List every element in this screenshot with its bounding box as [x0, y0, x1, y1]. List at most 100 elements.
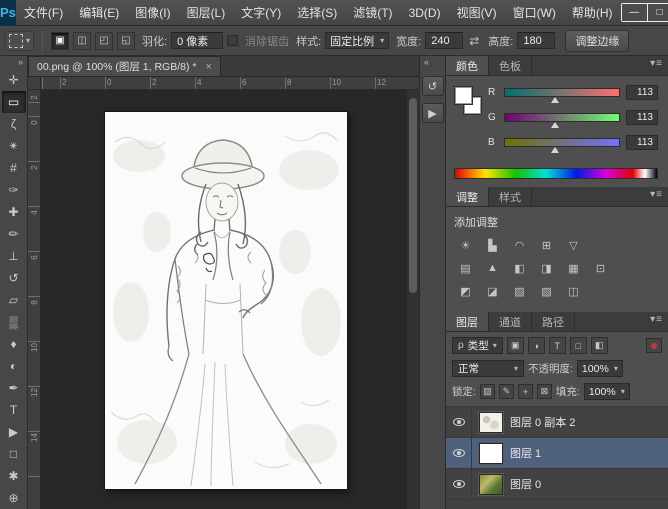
panel-menu-icon[interactable]	[650, 314, 663, 325]
tab-swatches[interactable]: 色板	[489, 56, 532, 75]
menu-select[interactable]: 选择(S)	[289, 0, 345, 26]
vertical-scrollbar[interactable]	[406, 90, 419, 509]
color-lookup-icon[interactable]: ⊡	[589, 259, 612, 277]
selective-color-icon[interactable]: ◫	[562, 282, 585, 300]
lock-position-icon[interactable]: +	[518, 384, 533, 399]
menu-image[interactable]: 图像(I)	[127, 0, 178, 26]
canvas-image[interactable]	[105, 112, 347, 489]
horizontal-ruler[interactable]: 2 0 2 4 6 8 10 12	[41, 77, 419, 90]
menu-file[interactable]: 文件(F)	[16, 0, 71, 26]
menu-3d[interactable]: 3D(D)	[401, 0, 449, 26]
tab-channels[interactable]: 通道	[489, 312, 532, 331]
tab-adjustments[interactable]: 调整	[446, 187, 489, 206]
width-input[interactable]: 240	[425, 32, 463, 49]
history-panel-button[interactable]: ↺	[422, 76, 444, 96]
brightness-contrast-icon[interactable]: ☀	[454, 236, 477, 254]
layer-name[interactable]: 图层 0 副本 2	[510, 414, 575, 430]
lock-image-pixels-icon[interactable]: ✎	[499, 384, 514, 399]
tab-color[interactable]: 颜色	[446, 56, 489, 75]
visibility-toggle[interactable]	[446, 469, 472, 499]
menu-layer[interactable]: 图层(L)	[179, 0, 234, 26]
gradient-map-icon[interactable]: ▧	[535, 282, 558, 300]
layer-thumbnail[interactable]	[479, 443, 503, 464]
document-tab[interactable]: 00.png @ 100% (图层 1, RGB/8) * ×	[28, 56, 221, 76]
exposure-icon[interactable]: ⊞	[535, 236, 558, 254]
slider-marker[interactable]	[551, 147, 559, 153]
layer-filter-toggle[interactable]	[646, 338, 662, 353]
foreground-background-swatches[interactable]	[454, 85, 488, 127]
filter-pixel-layers-icon[interactable]: ▣	[507, 337, 524, 354]
menu-filter[interactable]: 滤镜(T)	[345, 0, 400, 26]
red-value-input[interactable]: 113	[626, 85, 658, 100]
blur-tool[interactable]: ♦	[2, 333, 26, 355]
layer-name[interactable]: 图层 0	[510, 476, 541, 492]
antialias-checkbox[interactable]	[227, 35, 238, 46]
tab-layers[interactable]: 图层	[446, 312, 489, 331]
menu-edit[interactable]: 编辑(E)	[71, 0, 127, 26]
visibility-toggle[interactable]	[446, 438, 472, 468]
blue-slider[interactable]	[504, 138, 620, 147]
tab-close-icon[interactable]: ×	[205, 61, 211, 73]
spot-healing-brush-tool[interactable]: ✚	[2, 201, 26, 223]
panel-menu-icon[interactable]	[650, 58, 663, 69]
lock-transparent-pixels-icon[interactable]: ▨	[480, 384, 495, 399]
panel-menu-icon[interactable]	[650, 189, 663, 200]
intersect-selection-button[interactable]: ◱	[117, 32, 135, 50]
fill-input[interactable]: 100%	[584, 383, 630, 400]
color-spectrum-ramp[interactable]	[454, 168, 658, 179]
layer-thumbnail[interactable]	[479, 412, 503, 433]
type-tool[interactable]: T	[2, 399, 26, 421]
filter-adjustment-layers-icon[interactable]: ◑	[528, 337, 545, 354]
foreground-color-swatch[interactable]	[455, 87, 472, 104]
actions-panel-button[interactable]: ▶	[422, 103, 444, 123]
eraser-tool[interactable]: ▱	[2, 289, 26, 311]
scrollbar-thumb[interactable]	[409, 98, 417, 293]
layer-filter-select[interactable]: ρ 类型	[452, 337, 503, 354]
gradient-tool[interactable]: ▒	[2, 311, 26, 333]
layer-row[interactable]: 图层 0	[446, 469, 668, 500]
menu-type[interactable]: 文字(Y)	[233, 0, 289, 26]
layer-thumbnail[interactable]	[479, 474, 503, 495]
pen-tool[interactable]: ✒	[2, 377, 26, 399]
feather-input[interactable]: 0 像素	[171, 32, 223, 49]
maximize-button[interactable]: □	[647, 4, 668, 21]
toolbar-collapse-icon[interactable]: »	[18, 56, 27, 69]
rectangular-marquee-tool[interactable]: ▭	[2, 91, 26, 113]
canvas-viewport[interactable]	[41, 90, 419, 509]
quick-selection-tool[interactable]: ✴	[2, 135, 26, 157]
ruler-origin-box[interactable]	[28, 77, 41, 90]
dodge-tool[interactable]: ◐	[2, 355, 26, 377]
zoom-tool[interactable]: ⊕	[2, 487, 26, 509]
color-balance-icon[interactable]: ▲	[481, 259, 504, 277]
refine-edge-button[interactable]: 调整边缘	[565, 30, 629, 52]
filter-shape-layers-icon[interactable]: □	[570, 337, 587, 354]
posterize-icon[interactable]: ◪	[481, 282, 504, 300]
crop-tool[interactable]: #	[2, 157, 26, 179]
layer-row[interactable]: 图层 0 副本 2	[446, 407, 668, 438]
history-brush-tool[interactable]: ↺	[2, 267, 26, 289]
layer-name[interactable]: 图层 1	[510, 445, 541, 461]
hand-tool[interactable]: ✱	[2, 465, 26, 487]
dock-expand-icon[interactable]: «	[420, 56, 429, 69]
black-white-icon[interactable]: ◧	[508, 259, 531, 277]
path-selection-tool[interactable]: ▶	[2, 421, 26, 443]
tab-styles[interactable]: 样式	[489, 187, 532, 206]
new-selection-button[interactable]: ▣	[51, 32, 69, 50]
clone-stamp-tool[interactable]: ⊥	[2, 245, 26, 267]
visibility-toggle[interactable]	[446, 407, 472, 437]
opacity-input[interactable]: 100%	[577, 360, 623, 377]
levels-icon[interactable]: ▙	[481, 236, 504, 254]
green-value-input[interactable]: 113	[626, 110, 658, 125]
vertical-ruler[interactable]: 2 0 2 4 6 8 10 12 14	[28, 90, 41, 509]
lasso-tool[interactable]: ζ	[2, 113, 26, 135]
menu-help[interactable]: 帮助(H)	[564, 0, 621, 26]
move-tool[interactable]: ✛	[2, 69, 26, 91]
channel-mixer-icon[interactable]: ▦	[562, 259, 585, 277]
invert-icon[interactable]: ◩	[454, 282, 477, 300]
brush-tool[interactable]: ✏	[2, 223, 26, 245]
rectangle-tool[interactable]: □	[2, 443, 26, 465]
hue-saturation-icon[interactable]: ▤	[454, 259, 477, 277]
filter-smart-objects-icon[interactable]: ◧	[591, 337, 608, 354]
tool-preset-picker[interactable]: ▾	[5, 31, 34, 51]
blend-mode-select[interactable]: 正常	[452, 360, 524, 377]
